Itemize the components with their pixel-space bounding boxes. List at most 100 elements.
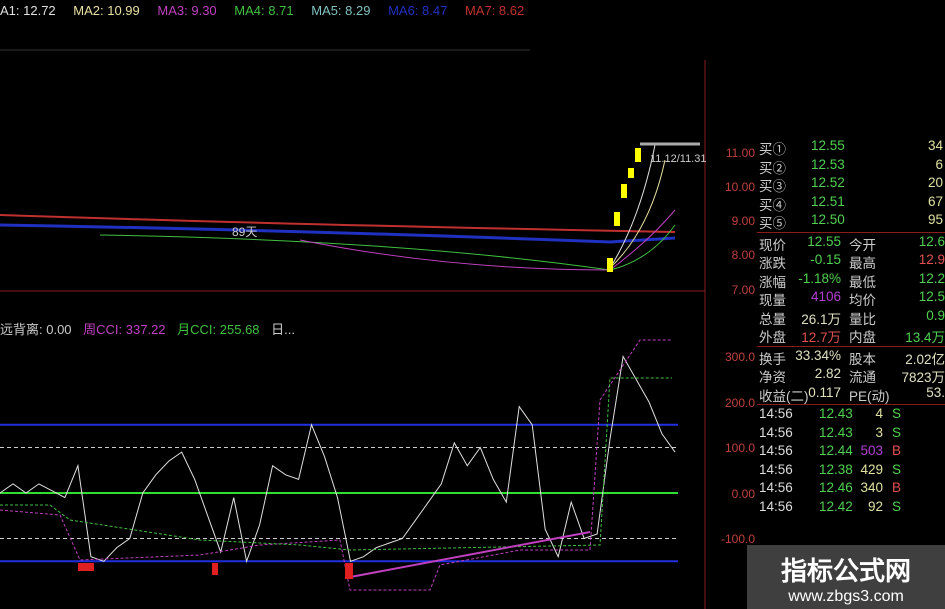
bid-price: 12.51 [811, 193, 845, 209]
tick-row: 14:56 12.43 4 S [757, 406, 945, 425]
tick-volume: 4 [875, 406, 883, 421]
stat-row: 现价 12.55 今开 12.6 [757, 234, 945, 253]
tick-time: 14:56 [759, 443, 793, 458]
bid-row: 买③ 12.52 20 [757, 175, 945, 194]
ma7-line [0, 214, 676, 233]
bid-volume: 6 [935, 156, 943, 172]
stat-label: 均价 [849, 293, 876, 308]
bid-row: 买⑤ 12.50 95 [757, 212, 945, 231]
stat-row: 净资 2.82 流通 7823万 [757, 366, 945, 385]
cci-axis-label: 0.00 [731, 487, 755, 501]
quote-panel: 买① 12.55 34 买② 12.53 6 买③ 12.52 20 买④ 12.51 67 买⑤ 12.… [757, 138, 945, 517]
tick-time: 14:56 [759, 461, 793, 477]
stat-row: 外盘 12.7万 内盘 13.4万 [757, 326, 945, 345]
stat-value: 26.1万 [801, 311, 841, 327]
signal-marker [345, 563, 353, 579]
stat-value: 7823万 [901, 370, 945, 385]
price-annotation: 89天 [232, 225, 257, 239]
stat-row: 涨幅 -1.18% 最低 12.2 [757, 271, 945, 290]
tick-price: 12.44 [819, 443, 853, 458]
bid-price: 12.50 [811, 212, 845, 227]
stat-label: 最低 [849, 274, 876, 290]
stat-row: 总量 26.1万 量比 0.9 [757, 308, 945, 327]
high-label: 11.12/11.31 [650, 153, 706, 165]
tick-volume: 3 [875, 424, 883, 440]
tick-side: S [891, 406, 901, 421]
tick-price: 12.43 [819, 406, 853, 421]
tick-price: 12.42 [819, 498, 853, 514]
stat-value: -1.18% [798, 270, 841, 286]
indicator-label: 月CCI: 255.68 [177, 322, 260, 337]
weekly-cci-line [0, 339, 672, 591]
tick-side: S [891, 498, 901, 514]
stat-value: 0.9 [926, 307, 945, 323]
tick-volume: 340 [860, 480, 883, 495]
bid-label: 买② [759, 160, 786, 176]
cci-axis-label: 200.0 [724, 396, 755, 410]
tick-row: 14:56 12.44 503 B [757, 443, 945, 462]
stat-value: 53. [926, 384, 945, 400]
candle [635, 148, 641, 162]
stat-value: 12.2 [918, 270, 945, 286]
price-axis-label: 8.00 [731, 248, 755, 262]
stat-label: 内盘 [849, 330, 876, 345]
tick-price: 12.38 [819, 461, 853, 477]
stat-value: 12.7万 [801, 330, 841, 345]
bid-volume: 34 [927, 138, 943, 153]
watermark-title: 指标公式网 [780, 556, 911, 586]
stat-label: PE(动) [849, 388, 890, 404]
stat-value: 12.5 [918, 289, 945, 304]
stat-row: 收益(二) 0.117 PE(动) 53. [757, 385, 945, 404]
bid-volume: 67 [927, 193, 943, 209]
candle [607, 258, 613, 272]
stat-value: 0.117 [808, 384, 841, 400]
stat-label: 最高 [849, 256, 876, 271]
watermark-url: www.zbgs3.com [788, 588, 904, 605]
tick-time: 14:56 [759, 498, 793, 514]
stat-value: -0.15 [810, 252, 841, 267]
stat-value: 33.34% [795, 347, 841, 363]
stat-label: 现价 [759, 237, 786, 253]
bid-volume: 20 [927, 175, 943, 190]
tick-row: 14:56 12.42 92 S [757, 499, 945, 518]
stat-value: 13.4万 [905, 330, 945, 345]
tick-price: 12.46 [819, 480, 853, 495]
tick-side: B [891, 443, 901, 458]
cci-line [0, 355, 676, 564]
stat-value: 2.02亿 [905, 351, 945, 367]
candle [621, 184, 627, 198]
ma6-line [0, 223, 676, 244]
signal-marker [212, 563, 218, 575]
bid-volume: 95 [927, 212, 943, 227]
tick-volume: 429 [860, 461, 883, 477]
price-axis-label: 10.00 [724, 180, 755, 194]
tick-price: 12.43 [819, 424, 853, 440]
monthly-cci-line [0, 377, 672, 551]
ma4-line [99, 224, 676, 271]
tick-time: 14:56 [759, 406, 793, 421]
stat-row: 现量 4106 均价 12.5 [757, 289, 945, 308]
stat-label: 净资 [759, 370, 786, 385]
tick-volume: 92 [867, 498, 883, 514]
watermark: 指标公式网 www.zbgs3.com [747, 545, 945, 609]
stat-row: 换手 33.34% 股本 2.02亿 [757, 348, 945, 367]
bid-label: 买⑤ [759, 216, 786, 231]
stat-label: 流通 [849, 370, 876, 385]
cci-axis-label: 300.0 [724, 350, 755, 364]
candle [614, 212, 620, 226]
tick-time: 14:56 [759, 480, 793, 495]
stat-label: 涨跌 [759, 256, 786, 271]
indicator-label: 日... [271, 322, 295, 337]
tick-row: 14:56 12.46 340 B [757, 480, 945, 499]
tick-side: B [891, 480, 901, 495]
stat-value: 12.9 [918, 252, 945, 267]
bid-label: 买④ [759, 197, 786, 213]
stat-row: 涨跌 -0.15 最高 12.9 [757, 252, 945, 271]
stat-label: 现量 [759, 293, 786, 308]
bid-label: 买① [759, 142, 786, 157]
bid-label: 买③ [759, 179, 786, 194]
stat-value: 2.82 [814, 366, 841, 381]
cci-axis-label: 100.0 [724, 441, 755, 455]
ma1-line [609, 144, 656, 269]
tick-time: 14:56 [759, 424, 793, 440]
